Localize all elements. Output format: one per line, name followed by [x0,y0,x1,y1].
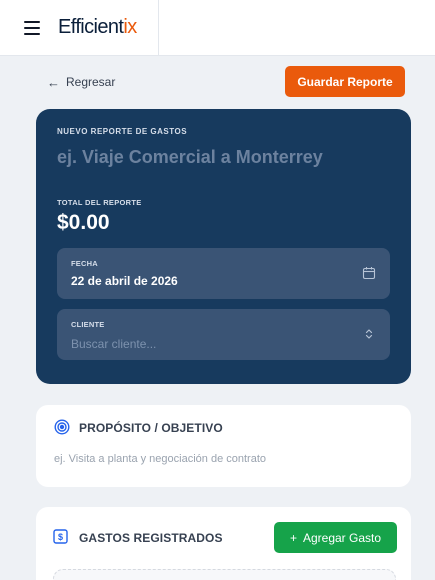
add-expense-label: Agregar Gasto [302,530,382,545]
arrow-left-icon: ← [47,74,60,90]
chevron-updown-icon [365,329,373,339]
expenses-list-empty [53,569,396,580]
report-summary-card: NUEVO REPORTE DE GASTOS ej. Viaje Comerc… [36,109,411,384]
client-select[interactable]: CLIENTE Buscar cliente... [57,309,390,360]
client-label: CLIENTE [71,320,105,329]
save-report-button[interactable]: Guardar Reporte [285,66,405,97]
add-expense-button[interactable]: + Agregar Gasto [274,522,397,553]
back-label: Regresar [66,75,116,89]
brand-accent: ix [123,16,137,38]
brand-name: Efficient [58,16,124,38]
brand-logo[interactable]: Efficientix [58,16,137,39]
total-label: TOTAL DEL REPORTE [57,198,142,207]
back-link[interactable]: ← Regresar [47,74,115,90]
report-eyebrow: NUEVO REPORTE DE GASTOS [57,127,188,136]
report-title-input[interactable]: ej. Viaje Comercial a Monterrey [57,147,323,168]
client-placeholder: Buscar cliente... [71,337,157,351]
plus-icon: + [289,530,297,545]
svg-text:$: $ [58,532,63,542]
total-value: $0.00 [57,211,110,234]
purpose-card: PROPÓSITO / OBJETIVO ej. Visita a planta… [36,405,411,487]
expenses-card: $ GASTOS REGISTRADOS + Agregar Gasto [36,507,411,580]
calendar-icon [362,267,376,280]
date-label: FECHA [71,259,98,268]
date-value: 22 de abril de 2026 [71,274,178,288]
purpose-title: PROPÓSITO / OBJETIVO [79,421,223,435]
expenses-title: GASTOS REGISTRADOS [79,531,223,545]
date-field[interactable]: FECHA 22 de abril de 2026 [57,248,390,299]
header-divider [158,0,159,56]
dollar-icon: $ [53,529,68,544]
target-icon [54,419,70,435]
menu-icon[interactable] [24,21,40,35]
purpose-input[interactable]: ej. Visita a planta y negociación de con… [54,453,266,465]
top-bar: Efficientix [0,0,435,56]
